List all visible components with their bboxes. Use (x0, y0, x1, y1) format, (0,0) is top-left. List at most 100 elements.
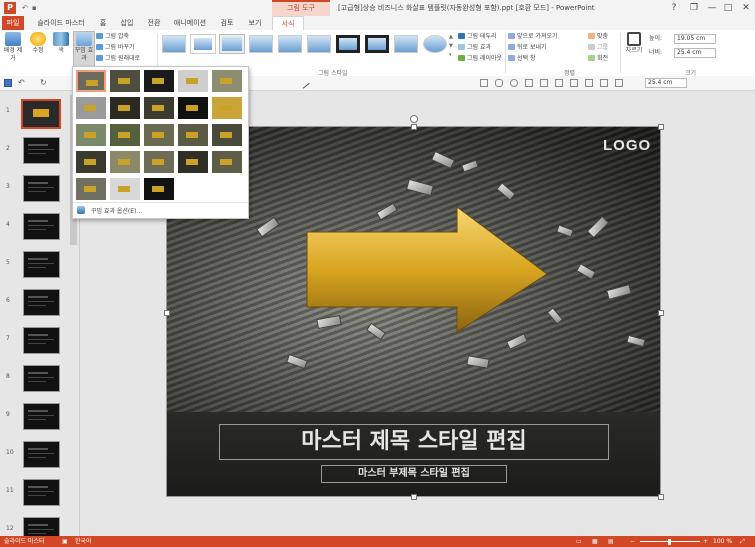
picture-style-1[interactable] (162, 35, 186, 53)
rotate-handle[interactable] (410, 115, 418, 123)
slide-thumbnail[interactable] (23, 289, 60, 316)
slide-thumbnail[interactable] (23, 175, 60, 202)
tab-animations[interactable]: 애니메이션 (170, 16, 210, 30)
corrections-button[interactable]: 수정 (28, 32, 48, 55)
artistic-effect-option[interactable] (178, 70, 208, 92)
artistic-effect-option[interactable] (212, 124, 242, 146)
fit-to-window-icon[interactable]: ⤢ (740, 536, 745, 547)
artistic-effect-option[interactable] (110, 151, 140, 173)
slide-thumbnail[interactable] (23, 479, 60, 506)
shape-line-icon[interactable] (298, 77, 310, 89)
shape-rounded-icon[interactable] (495, 79, 503, 87)
artistic-effect-option[interactable] (178, 97, 208, 119)
slide-thumbnail[interactable] (23, 403, 60, 430)
styles-more-icon[interactable]: ▾ (449, 52, 452, 58)
slide-sorter-icon[interactable]: ▦ (592, 536, 598, 547)
zoom-in-icon[interactable]: + (703, 536, 708, 547)
master-subtitle-placeholder[interactable]: 마스터 부제목 스타일 편집 (321, 465, 507, 483)
send-backward-button[interactable]: 뒤로 보내기 (508, 43, 547, 52)
picture-style-8[interactable] (365, 35, 389, 53)
shape-arrow-icon[interactable] (525, 79, 533, 87)
artistic-effect-option[interactable] (144, 97, 174, 119)
slide-thumbnail[interactable] (21, 99, 61, 129)
artistic-effect-option[interactable] (144, 178, 174, 200)
change-picture-button[interactable]: 그림 바꾸기 (96, 43, 135, 52)
undo-icon[interactable]: ↶ (18, 78, 25, 87)
help-button[interactable]: ? (664, 1, 684, 15)
undo-quick-icon[interactable]: ↶ (22, 4, 28, 12)
shape-star-icon[interactable] (540, 79, 548, 87)
normal-view-icon[interactable]: ▭ (576, 536, 582, 547)
picture-style-7[interactable] (336, 35, 360, 53)
resize-handle-left[interactable] (164, 310, 170, 316)
artistic-effect-option[interactable] (110, 97, 140, 119)
artistic-effect-option[interactable] (110, 70, 140, 92)
artistic-effect-option[interactable] (110, 178, 140, 200)
artistic-effect-option[interactable] (212, 151, 242, 173)
picture-style-10[interactable] (423, 35, 447, 53)
tab-format[interactable]: 서식 (272, 16, 304, 31)
artistic-effect-option[interactable] (76, 124, 106, 146)
picture-style-9[interactable] (394, 35, 418, 53)
artistic-effect-option[interactable] (76, 151, 106, 173)
slide-thumbnail[interactable] (23, 213, 60, 240)
redo-icon[interactable]: ↻ (40, 78, 47, 87)
shape-oval-icon[interactable] (510, 79, 518, 87)
reset-picture-button[interactable]: 그림 원래대로 (96, 54, 140, 63)
picture-style-2[interactable] (190, 34, 216, 54)
artistic-effect-option[interactable] (144, 70, 174, 92)
maximize-button[interactable]: □ (718, 1, 738, 15)
slide-thumbnail[interactable] (23, 365, 60, 392)
picture-style-6[interactable] (307, 35, 331, 53)
artistic-effect-option[interactable] (110, 124, 140, 146)
shape-callout-icon[interactable] (555, 79, 563, 87)
picture-layout-button[interactable]: 그림 레이아웃 (458, 54, 502, 63)
height-input[interactable]: 19.05 cm (674, 34, 716, 44)
spellcheck-icon[interactable]: ▣ (62, 536, 68, 547)
artistic-effect-option[interactable] (212, 70, 242, 92)
slide-thumbnail[interactable] (23, 327, 60, 354)
artistic-effect-option[interactable] (76, 178, 106, 200)
tab-slide-master[interactable]: 슬라이드 마스터 (32, 16, 90, 30)
tab-review[interactable]: 검토 (216, 16, 238, 30)
zoom-slider-thumb[interactable] (668, 539, 671, 545)
slide-thumbnail[interactable] (23, 251, 60, 278)
resize-handle-bottom[interactable] (411, 494, 417, 500)
artistic-effect-option[interactable] (144, 124, 174, 146)
tab-view[interactable]: 보기 (244, 16, 266, 30)
compress-picture-button[interactable]: 그림 압축 (96, 32, 129, 41)
crop-button[interactable]: 자르기 (624, 32, 644, 55)
reading-view-icon[interactable]: ▤ (608, 536, 614, 547)
master-title-placeholder[interactable]: 마스터 제목 스타일 편집 (219, 424, 609, 460)
resize-handle-right[interactable] (658, 310, 664, 316)
styles-scroll-up-icon[interactable]: ▲ (449, 34, 453, 40)
resize-handle-bottom-right[interactable] (658, 494, 664, 500)
artistic-effect-option[interactable] (76, 97, 106, 119)
tab-transitions[interactable]: 전환 (143, 16, 165, 30)
picture-style-3[interactable] (219, 34, 245, 54)
shape-flow-icon[interactable] (570, 79, 578, 87)
artistic-effects-options-link[interactable]: 꾸밈 효과 옵션(E)... (91, 206, 142, 215)
close-button[interactable]: ✕ (736, 1, 755, 15)
artistic-effect-option[interactable] (212, 97, 242, 119)
slide-thumbnail[interactable] (23, 441, 60, 468)
selection-pane-button[interactable]: 선택 창 (508, 54, 535, 63)
resize-handle-top[interactable] (411, 124, 417, 130)
zoom-level[interactable]: 100 % (713, 536, 732, 547)
shape-rect-icon[interactable] (480, 79, 488, 87)
picture-effects-button[interactable]: 그림 효과 (458, 43, 491, 52)
group-button[interactable]: 그룹 (588, 43, 608, 52)
align-button[interactable]: 맞춤 (588, 32, 608, 41)
artistic-effect-option[interactable] (178, 151, 208, 173)
picture-border-button[interactable]: 그림 테두리 (458, 32, 497, 41)
shape-misc3-icon[interactable] (615, 79, 623, 87)
zoom-out-icon[interactable]: − (630, 536, 635, 547)
styles-scroll-down-icon[interactable]: ▼ (449, 43, 453, 49)
artistic-effects-button[interactable]: 꾸밈 효과 (73, 31, 95, 67)
tab-home[interactable]: 홈 (94, 16, 112, 30)
color-button[interactable]: 색 (51, 32, 71, 55)
save-icon[interactable] (4, 79, 12, 87)
shape-misc2-icon[interactable] (600, 79, 608, 87)
artistic-effect-option[interactable] (76, 70, 106, 92)
resize-handle-top-right[interactable] (658, 124, 664, 130)
